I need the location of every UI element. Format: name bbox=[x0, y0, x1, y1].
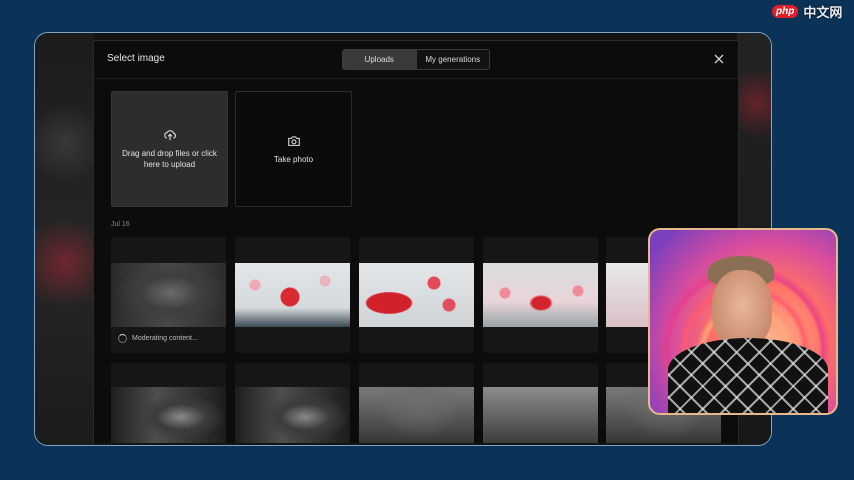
image-thumbnail bbox=[483, 263, 598, 327]
image-card[interactable] bbox=[483, 237, 598, 353]
presenter-shirt bbox=[668, 338, 828, 413]
watermark-logo: php 中文网 bbox=[772, 2, 842, 20]
modal-header: Select image Uploads My generations bbox=[94, 41, 738, 79]
watermark-text: 中文网 bbox=[803, 4, 843, 20]
image-thumbnail bbox=[111, 263, 226, 327]
image-card[interactable] bbox=[111, 363, 226, 443]
image-card[interactable] bbox=[235, 363, 350, 443]
webcam-overlay bbox=[648, 228, 838, 415]
image-card[interactable] bbox=[359, 237, 474, 353]
image-thumbnail bbox=[483, 387, 598, 443]
watermark-badge: php bbox=[772, 4, 799, 18]
presenter-face bbox=[712, 270, 772, 348]
modal-title: Select image bbox=[107, 53, 165, 64]
image-card[interactable] bbox=[235, 237, 350, 353]
take-photo-label: Take photo bbox=[273, 154, 314, 164]
loading-spinner-icon bbox=[118, 334, 127, 343]
close-icon[interactable] bbox=[712, 52, 726, 66]
image-thumbnail bbox=[359, 263, 474, 327]
tab-my-generations[interactable]: My generations bbox=[415, 50, 490, 69]
camera-icon bbox=[287, 135, 300, 146]
image-card[interactable]: Moderating content... bbox=[111, 237, 226, 353]
image-card[interactable] bbox=[483, 363, 598, 443]
source-tab-switcher: Uploads My generations bbox=[342, 49, 490, 70]
upload-instructions: Drag and drop files or click here to upl… bbox=[122, 149, 217, 169]
image-thumbnail bbox=[235, 387, 350, 443]
image-thumbnail bbox=[359, 387, 474, 443]
upload-dropzone[interactable]: Drag and drop files or click here to upl… bbox=[111, 91, 228, 207]
image-thumbnail bbox=[235, 263, 350, 327]
moderation-text: Moderating content... bbox=[132, 335, 198, 342]
date-group-label: Jul 16 bbox=[111, 221, 130, 228]
tab-uploads[interactable]: Uploads bbox=[343, 50, 416, 69]
moderation-status: Moderating content... bbox=[118, 334, 198, 343]
image-card[interactable] bbox=[359, 363, 474, 443]
take-photo-button[interactable]: Take photo bbox=[235, 91, 352, 207]
background-gallery-left bbox=[35, 33, 93, 445]
select-image-modal: Select image Uploads My generations Drag… bbox=[93, 40, 739, 443]
cloud-upload-icon bbox=[163, 130, 176, 141]
image-thumbnail bbox=[111, 387, 226, 443]
